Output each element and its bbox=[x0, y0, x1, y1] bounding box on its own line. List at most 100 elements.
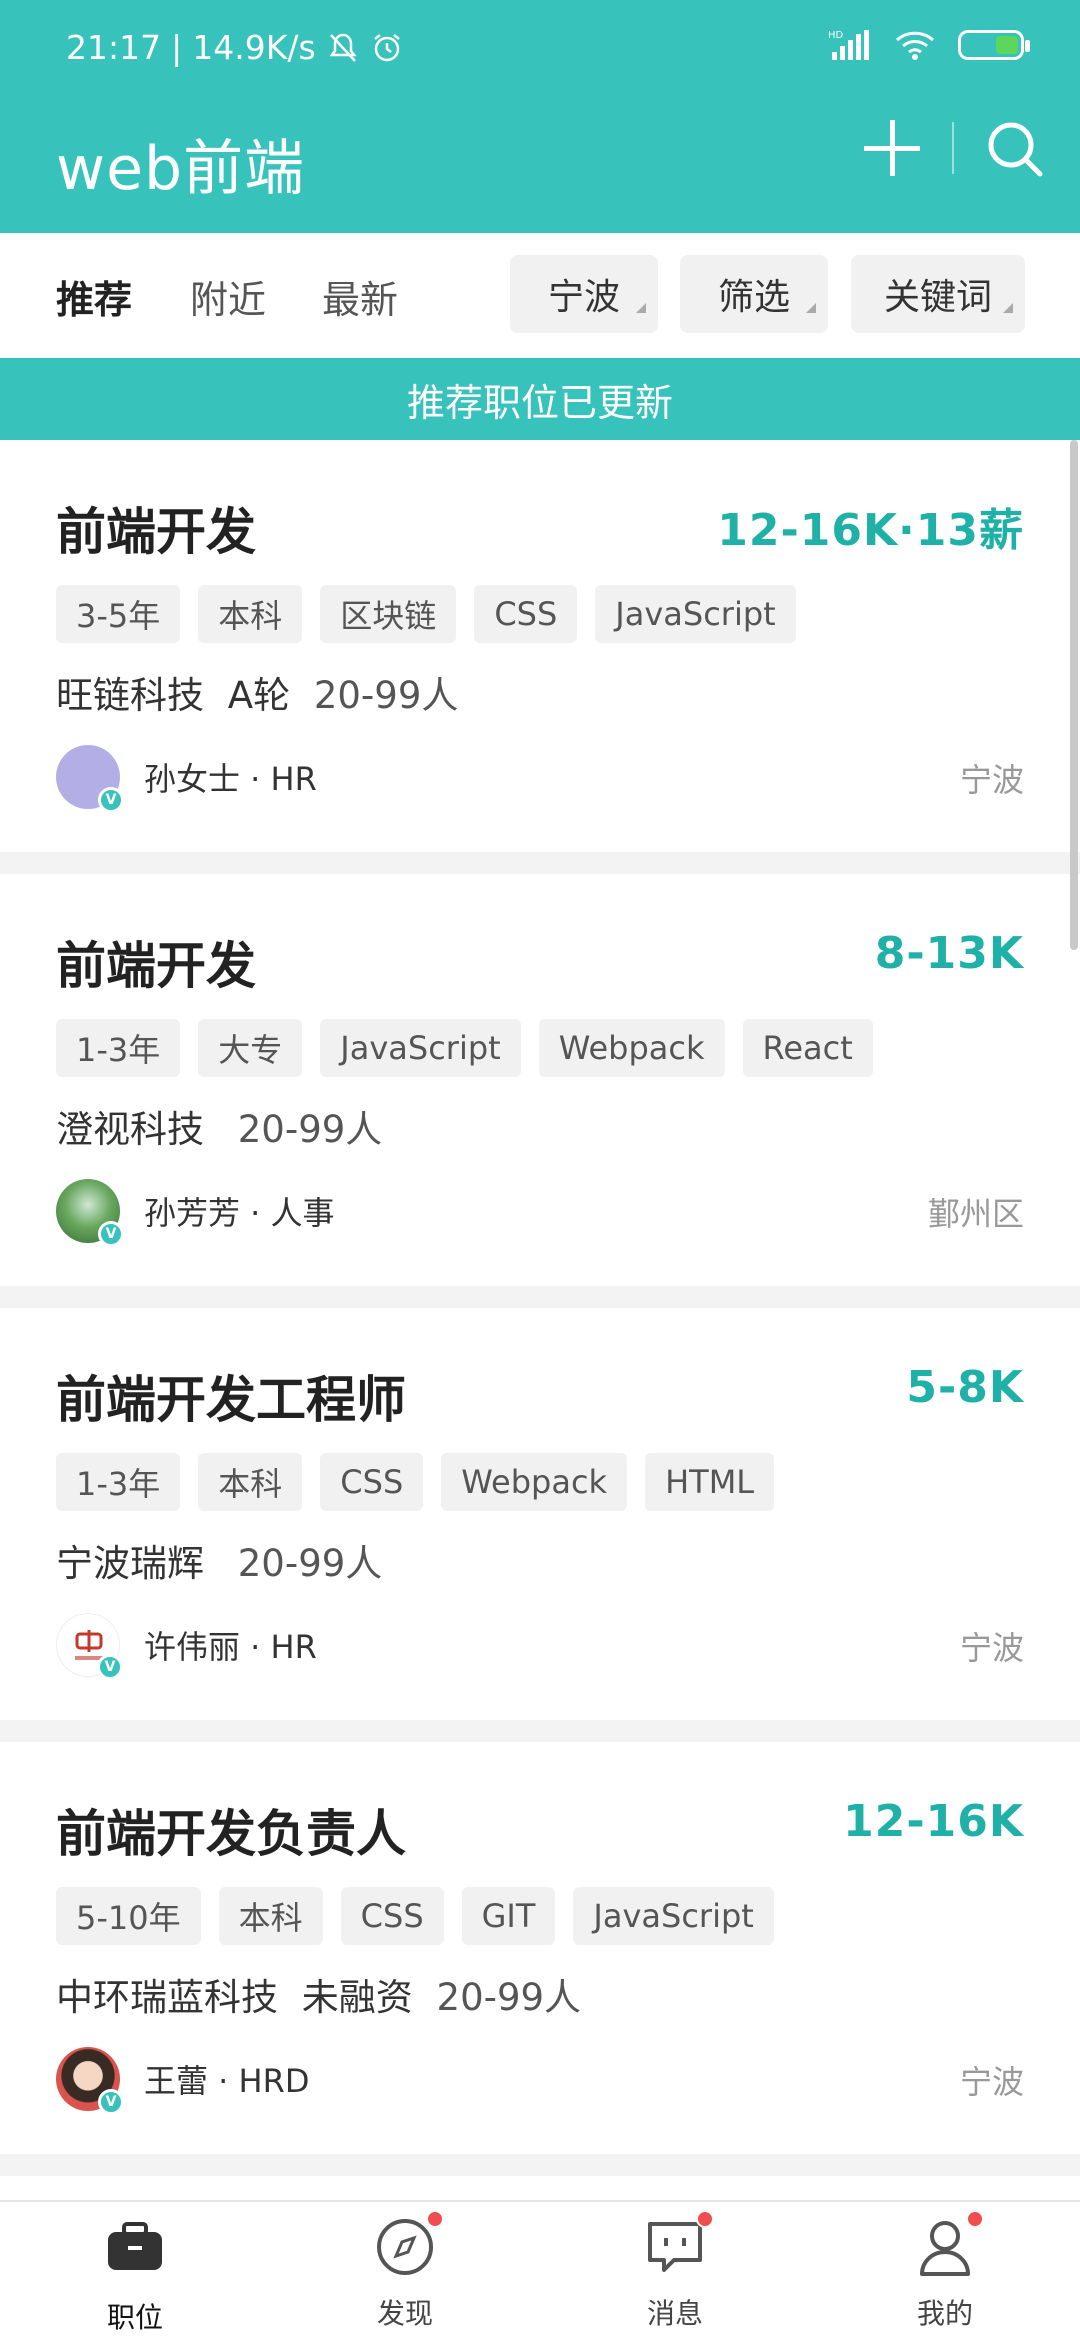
mute-bell-icon bbox=[329, 33, 357, 62]
job-card[interactable]: 前端开发 8-13K 1-3年 大专 JavaScript Webpack Re… bbox=[0, 874, 1080, 1286]
wifi-icon bbox=[895, 31, 935, 60]
company-name: 旺链科技 bbox=[56, 674, 204, 717]
job-tag: 本科 bbox=[218, 1887, 323, 1945]
job-tag: 5-10年 bbox=[56, 1887, 201, 1945]
nav-item-discover[interactable]: 发现 bbox=[305, 2210, 505, 2332]
job-card[interactable]: 前端开发 12-16K·13薪 3-5年 本科 区块链 CSS JavaScri… bbox=[0, 440, 1080, 852]
alarm-icon bbox=[373, 33, 400, 61]
recruiter: V 孙芳芳 · 人事 bbox=[56, 1179, 335, 1247]
job-tags: 1-3年 本科 CSS Webpack HTML bbox=[56, 1453, 775, 1511]
status-speed: 14.9K/s bbox=[192, 28, 316, 67]
company-size: 20-99人 bbox=[313, 674, 459, 717]
recruiter: V 王蕾 · HRD bbox=[56, 2047, 310, 2115]
notification-dot bbox=[426, 2210, 444, 2228]
job-salary: 8-13K bbox=[874, 928, 1024, 979]
job-title: 前端开发工程师 bbox=[56, 1371, 406, 1429]
tab-nearby[interactable]: 附近 bbox=[190, 269, 266, 324]
city-dropdown[interactable]: 宁波 bbox=[510, 255, 658, 333]
company-name: 宁波瑞辉 bbox=[56, 1542, 204, 1585]
job-tag: JavaScript bbox=[573, 1887, 774, 1945]
job-location: 鄞州区 bbox=[927, 1195, 1024, 1233]
company-info: 澄视科技 20-99人 bbox=[56, 1099, 382, 1153]
company-info: 宁波瑞辉 20-99人 bbox=[56, 1533, 382, 1587]
filter-dropdown[interactable]: 筛选 bbox=[680, 255, 828, 333]
keyword-dropdown[interactable]: 关键词 bbox=[851, 255, 1025, 333]
notification-dot bbox=[966, 2210, 984, 2228]
filter-label: 筛选 bbox=[717, 277, 790, 318]
scrollbar[interactable] bbox=[1070, 440, 1078, 950]
verified-badge-icon: V bbox=[97, 1654, 123, 1680]
job-tag: JavaScript bbox=[595, 585, 796, 643]
avatar: V bbox=[56, 745, 124, 813]
job-card[interactable]: 前端开发工程师 5-8K 1-3年 本科 CSS Webpack HTML 宁波… bbox=[0, 1308, 1080, 1720]
company-size: 20-99人 bbox=[237, 1542, 383, 1585]
job-tag: 1-3年 bbox=[56, 1019, 181, 1077]
tab-latest[interactable]: 最新 bbox=[322, 269, 398, 324]
page-title: web前端 bbox=[56, 134, 306, 204]
nav-label: 职位 bbox=[106, 2301, 163, 2334]
company-size: 20-99人 bbox=[237, 1108, 383, 1151]
job-tags: 3-5年 本科 区块链 CSS JavaScript bbox=[56, 585, 796, 643]
job-tag: 1-3年 bbox=[56, 1453, 181, 1511]
nav-label: 消息 bbox=[646, 2297, 703, 2330]
job-tag: CSS bbox=[320, 1453, 424, 1511]
job-tag: Webpack bbox=[441, 1453, 628, 1511]
status-divider: | bbox=[171, 28, 183, 67]
job-salary: 12-16K bbox=[843, 1796, 1024, 1847]
job-tag: HTML bbox=[645, 1453, 775, 1511]
header-divider bbox=[952, 122, 954, 174]
status-left: 21:17 | 14.9K/s bbox=[66, 28, 404, 67]
job-tag: CSS bbox=[474, 585, 578, 643]
recruiter: V 孙女士 · HR bbox=[56, 745, 317, 813]
nav-item-jobs[interactable]: 职位 bbox=[35, 2216, 235, 2336]
job-title: 前端开发负责人 bbox=[56, 1805, 406, 1863]
job-card[interactable]: 前端开发负责人 12-16K 5-10年 本科 CSS GIT JavaScri… bbox=[0, 1742, 1080, 2154]
avatar: V bbox=[56, 2047, 124, 2115]
nav-label: 发现 bbox=[376, 2297, 433, 2330]
city-label: 宁波 bbox=[547, 277, 620, 318]
nav-item-me[interactable]: 我的 bbox=[845, 2210, 1045, 2332]
job-location: 宁波 bbox=[959, 1629, 1024, 1667]
job-tags: 5-10年 本科 CSS GIT JavaScript bbox=[56, 1887, 774, 1945]
company-info: 中环瑞蓝科技 未融资 20-99人 bbox=[56, 1967, 581, 2021]
job-tags: 1-3年 大专 JavaScript Webpack React bbox=[56, 1019, 873, 1077]
status-time: 21:17 bbox=[66, 28, 162, 67]
job-tag: 本科 bbox=[198, 1453, 303, 1511]
bottom-nav: 职位 发现 消息 我的 bbox=[0, 2200, 1080, 2340]
job-title: 前端开发 bbox=[56, 503, 256, 561]
job-title: 前端开发 bbox=[56, 937, 256, 995]
recruiter-name: 孙芳芳 · 人事 bbox=[144, 1194, 335, 1232]
job-tag: 本科 bbox=[198, 585, 303, 643]
briefcase-icon bbox=[108, 2222, 162, 2270]
notification-dot bbox=[696, 2210, 714, 2228]
keyword-label: 关键词 bbox=[883, 277, 992, 318]
company-stage: 未融资 bbox=[301, 1976, 413, 2019]
nav-label: 我的 bbox=[916, 2297, 973, 2330]
job-tag: 3-5年 bbox=[56, 585, 181, 643]
add-icon[interactable] bbox=[862, 118, 922, 178]
compass-icon bbox=[374, 2210, 444, 2278]
company-stage: A轮 bbox=[227, 674, 291, 717]
status-bar: 21:17 | 14.9K/s HD bbox=[0, 0, 1080, 96]
search-icon[interactable] bbox=[984, 118, 1044, 178]
job-tag: Webpack bbox=[538, 1019, 725, 1077]
tab-recommend[interactable]: 推荐 bbox=[56, 269, 132, 324]
company-name: 澄视科技 bbox=[56, 1108, 204, 1151]
verified-badge-icon: V bbox=[98, 1221, 124, 1247]
job-salary: 5-8K bbox=[906, 1362, 1024, 1413]
battery-icon bbox=[958, 30, 1030, 60]
job-salary: 12-16K·13薪 bbox=[717, 505, 1024, 556]
job-tag: 区块链 bbox=[320, 585, 457, 643]
nav-item-messages[interactable]: 消息 bbox=[575, 2210, 775, 2332]
company-info: 旺链科技 A轮 20-99人 bbox=[56, 665, 458, 719]
verified-badge-icon: V bbox=[98, 2089, 124, 2115]
job-tag: JavaScript bbox=[320, 1019, 521, 1077]
job-tag: React bbox=[742, 1019, 873, 1077]
recruiter-name: 王蕾 · HRD bbox=[144, 2062, 310, 2100]
recruiter-name: 许伟丽 · HR bbox=[144, 1628, 317, 1666]
recruiter: V 许伟丽 · HR bbox=[56, 1613, 317, 1680]
job-location: 宁波 bbox=[959, 761, 1024, 799]
filter-bar: 推荐 附近 最新 宁波 筛选 关键词 bbox=[0, 233, 1080, 358]
user-icon bbox=[914, 2210, 984, 2278]
header-actions bbox=[862, 118, 1044, 178]
